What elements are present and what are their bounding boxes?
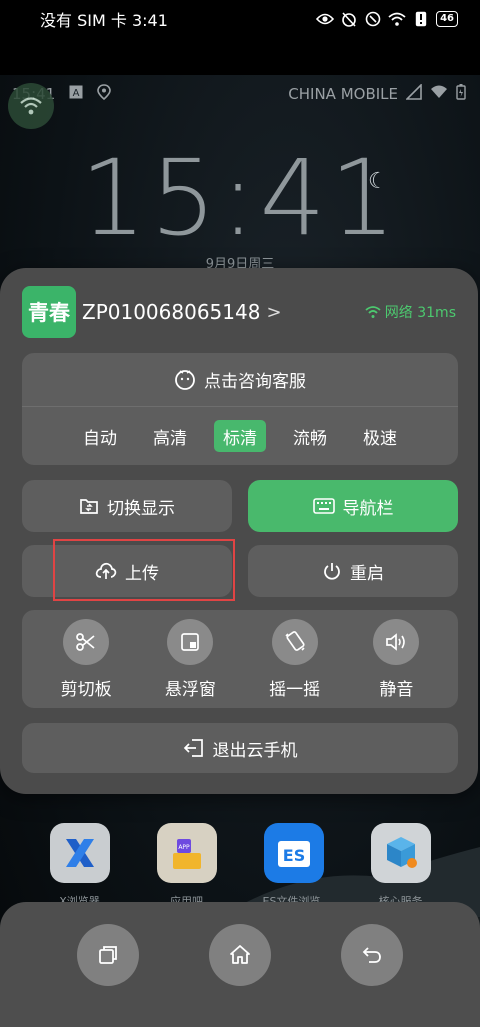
floating-wifi-icon [20,97,42,115]
tool-label: 悬浮窗 [164,679,216,700]
back-button[interactable] [341,924,403,986]
upload-label: 上传 [125,563,159,584]
svg-text:A: A [73,88,80,99]
moon-icon: ☾ [368,169,388,194]
bottom-navigation [0,902,480,1027]
exit-label: 退出云手机 [212,740,298,761]
alert-icon [412,10,430,28]
restart-label: 重启 [350,563,384,584]
eye-icon [316,10,335,28]
shake-tool[interactable]: 摇一摇 [269,618,321,700]
floating-window-icon [167,618,214,665]
exit-icon [183,739,203,757]
network-wifi-icon [365,306,381,318]
service-quality-section: 点击咨询客服 自动 高清 标清 流畅 极速 [22,353,458,465]
es-file-icon: ES [263,823,324,883]
app-store-icon: APP [156,823,217,883]
status-carrier-time: 没有 SIM 卡 3:41 [40,11,168,30]
status-icons: 46 [316,10,458,28]
tools-section: 剪切板 悬浮窗 摇一摇 静音 [22,610,458,708]
tool-label: 摇一摇 [269,679,321,700]
quality-option-hd[interactable]: 高清 [144,420,196,452]
chat-service-icon [175,369,195,390]
quality-option-sd[interactable]: 标清 [214,420,266,452]
remote-carrier: CHINA MOBILE [288,85,398,103]
quality-option-smooth[interactable]: 流畅 [284,420,336,452]
network-latency: 网络 31ms [384,305,456,321]
customer-service-button[interactable]: 点击咨询客服 [22,353,458,407]
svg-text:ES: ES [282,846,304,865]
quality-option-fast[interactable]: 极速 [354,420,406,452]
service-box-icon [370,823,431,883]
cloud-upload-icon [95,562,117,579]
back-icon [362,947,381,963]
lockscreen-clock: 15:41 [80,137,400,259]
exit-cloud-phone-button[interactable]: 退出云手机 [22,723,458,773]
clipboard-tool[interactable]: 剪切板 [60,618,112,700]
switch-display-label: 切换显示 [107,498,175,519]
battery-indicator: 46 [436,11,458,27]
svg-text:APP: APP [178,844,190,851]
chevron-right-icon[interactable]: > [266,302,281,323]
scissors-icon [63,618,110,665]
tool-label: 剪切板 [60,679,112,700]
upload-button[interactable]: 上传 [22,545,232,597]
restart-button[interactable]: 重启 [248,545,458,597]
customer-service-label: 点击咨询客服 [204,372,306,392]
remote-status-bar: 15:41 A CHINA MOBILE [12,83,466,105]
remote-wifi-icon [430,85,448,103]
keyboard-icon [312,498,335,514]
network-status: 网络 31ms [365,302,456,322]
alarm-off-icon [340,10,358,28]
shake-icon [271,618,318,665]
speaker-icon [373,618,420,665]
device-id[interactable]: ZP010068065148 [82,300,260,324]
floating-window-tool[interactable]: 悬浮窗 [164,618,216,700]
dnd-icon [364,10,382,28]
switch-display-button[interactable]: 切换显示 [22,480,232,532]
mute-tool[interactable]: 静音 [373,618,420,700]
panel-header: 青春 ZP010068065148 > 网络 31ms [22,286,456,338]
tool-label: 静音 [379,679,414,700]
remote-a-icon: A [69,85,83,103]
quality-option-auto[interactable]: 自动 [74,420,126,452]
remote-battery-icon [456,84,466,104]
nav-bar-label: 导航栏 [342,498,394,519]
location-icon [97,84,112,104]
switch-display-icon [80,499,98,514]
recent-apps-icon [99,946,117,964]
quality-selector: 自动 高清 标清 流畅 极速 [22,407,458,465]
wifi-icon [388,10,406,28]
recent-apps-button[interactable] [77,924,139,986]
brand-badge: 青春 [22,286,76,338]
signal-icon [405,83,422,104]
power-icon [324,563,340,580]
home-button[interactable] [209,924,271,986]
nav-bar-button[interactable]: 导航栏 [248,480,458,532]
x-browser-icon [49,823,110,883]
home-icon [230,945,250,964]
floating-wifi-button[interactable] [8,83,54,129]
device-status-bar: 没有 SIM 卡 3:41 46 [0,0,480,38]
